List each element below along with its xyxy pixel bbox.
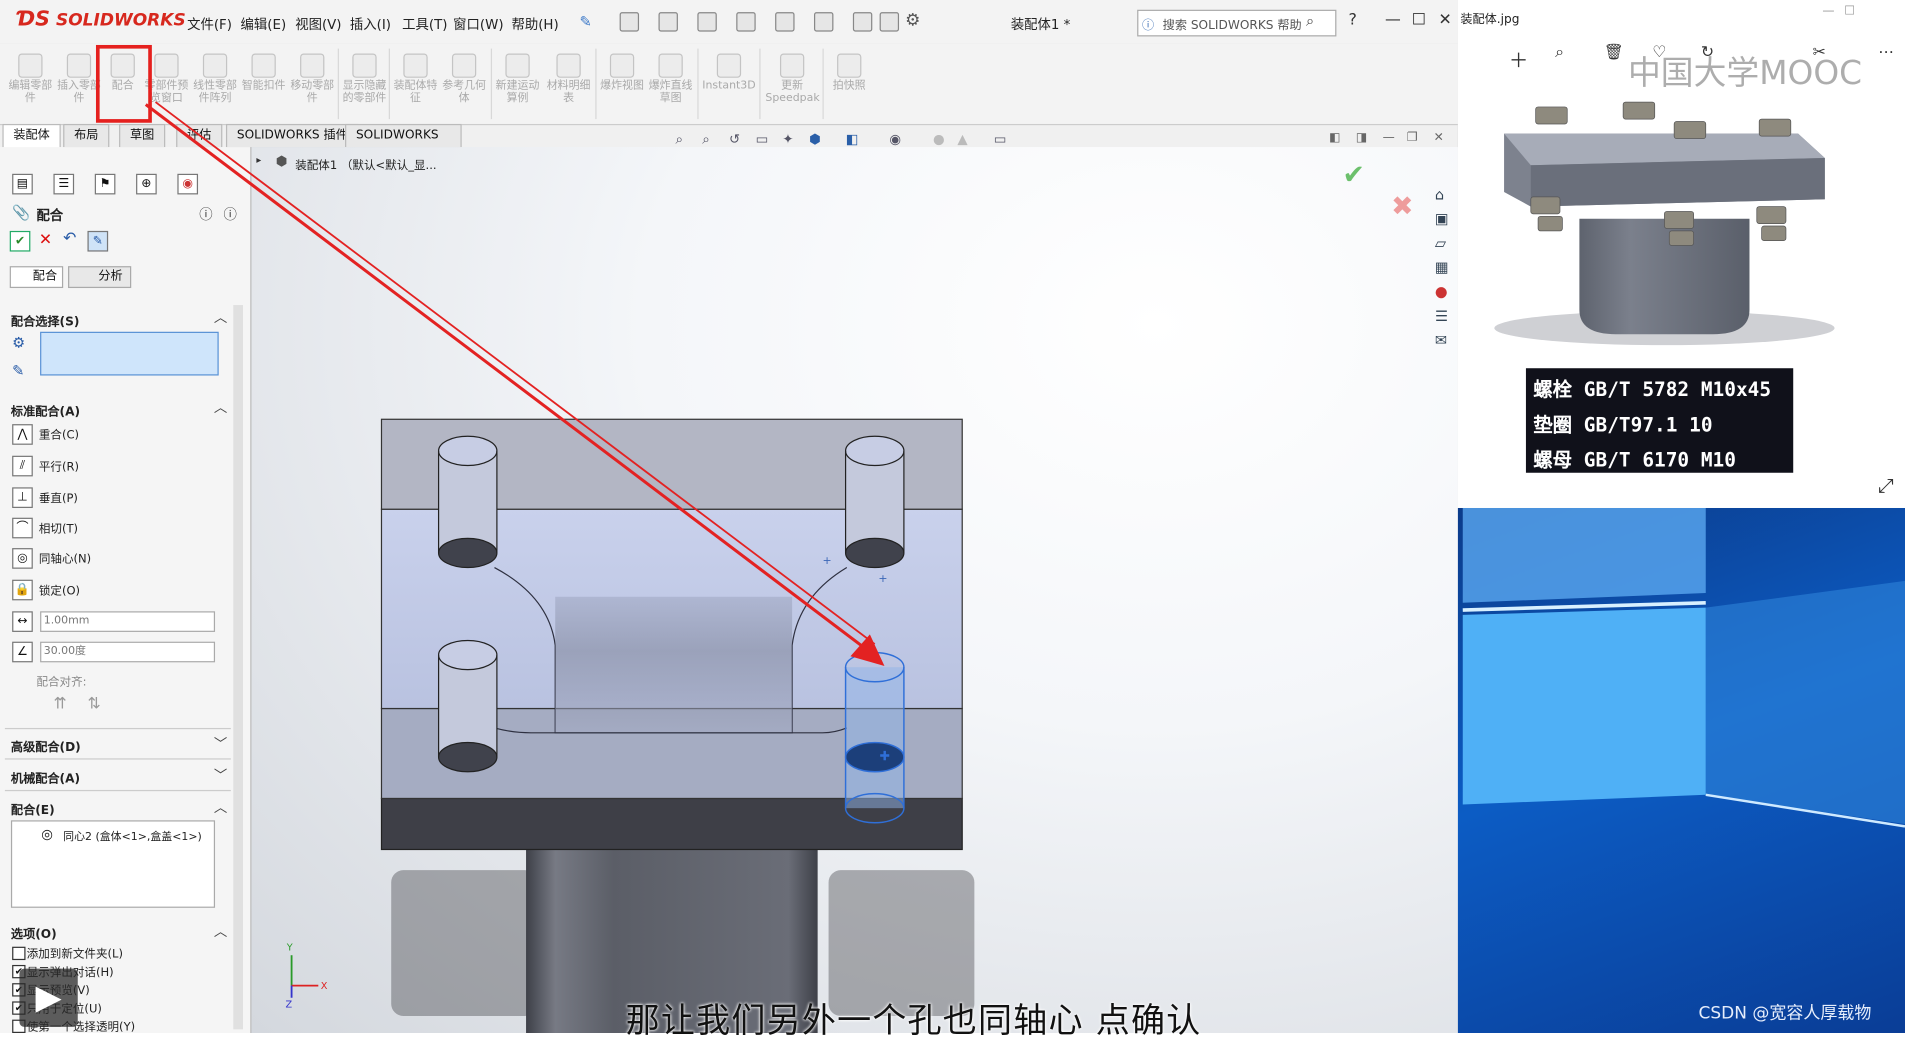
photo-viewer-title: 装配体.jpg (1460, 13, 1520, 27)
spec-bolt: 螺栓 GB/T 5782 M10x45 (1533, 377, 1772, 402)
windows-logo-wallpaper (1462, 507, 1905, 828)
csdn-watermark: CSDN @宽容人厚载物 (1698, 1003, 1872, 1024)
assembly-photo (1494, 101, 1835, 346)
viewer-maximize-icon[interactable]: ☐ (1844, 5, 1855, 18)
spec-washer: 垫圈 GB/T97.1 10 (1533, 413, 1713, 437)
viewer-minimize-icon[interactable]: — (1822, 5, 1834, 18)
fastener-spec-box: 螺栓 GB/T 5782 M10x45 垫圈 GB/T97.1 10 螺母 GB… (1525, 368, 1794, 473)
windows-desktop (1457, 507, 1905, 1033)
video-subtitle: 那让我们另外一个孔也同轴心 点确认 (625, 1000, 1202, 1041)
add-icon[interactable]: ＋ (1509, 44, 1528, 73)
mooc-watermark: 中国大学MOOC (1627, 54, 1863, 93)
expand-icon[interactable]: ⤢ (1878, 474, 1894, 498)
more-icon[interactable]: ⋯ (1878, 44, 1894, 62)
spec-nut: 螺母 GB/T 6170 M10 (1533, 448, 1736, 472)
screen: ƊS SOLIDWORKS 文件(F) 编辑(E) 视图(V) 插入(I) 工具… (0, 0, 1905, 1040)
zoom-icon[interactable]: ⌕ (1555, 44, 1564, 62)
annotation-arrow (144, 101, 885, 666)
delete-icon[interactable]: 🗑 (1604, 44, 1624, 62)
